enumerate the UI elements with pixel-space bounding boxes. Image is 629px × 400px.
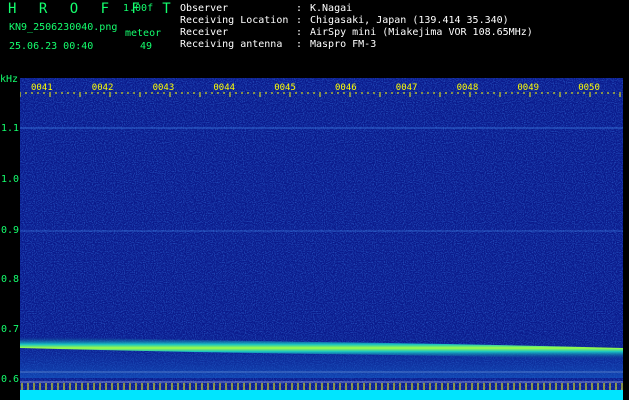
date-time: 25.06.23 00:40: [9, 41, 94, 52]
meteor-count: 49: [140, 41, 153, 52]
x-tick-label: 0042: [92, 83, 114, 93]
info-key: Receiver: [180, 27, 229, 38]
file-name: KN9_2506230040.png: [9, 22, 118, 33]
x-tick-label: 0041: [31, 83, 53, 93]
info-separator: :: [296, 39, 303, 50]
meteor-label: meteor: [125, 28, 162, 39]
info-row-observer: Observer: K.Nagai: [180, 3, 533, 15]
x-tick-label: 0047: [396, 83, 418, 93]
header-panel: H R O F F T 1.00f KN9_2506230040.png met…: [0, 0, 629, 76]
info-row-location: Receiving Location: Chigasaki, Japan (139…: [180, 15, 533, 27]
info-value: K.Nagai: [310, 3, 353, 14]
info-row-antenna: Receiving antenna: Maspro FM-3: [180, 39, 533, 51]
spectrogram-canvas: 0041 0042 0043 0044 0045 0046 0047 0048 0049 0050: [20, 78, 623, 400]
y-label-0-6: 0.6: [1, 374, 20, 385]
app-version: 1.00f: [123, 3, 154, 14]
x-tick-label: 0049: [517, 83, 539, 93]
x-tick-label: 0046: [335, 83, 357, 93]
info-row-receiver: Receiver: AirSpy mini (Miakejima VOR 108.…: [180, 27, 533, 39]
y-label-0-9: 0.9: [1, 225, 20, 236]
baseline-band: [20, 390, 623, 400]
y-label-0-7: 0.7: [1, 324, 20, 335]
x-tick-label: 0045: [274, 83, 296, 93]
y-axis-unit: kHz: [0, 74, 19, 85]
info-separator: :: [296, 15, 303, 26]
info-value: AirSpy mini (Miakejima VOR 108.65MHz): [310, 27, 533, 38]
info-key: Observer: [180, 3, 229, 14]
x-tick-label: 0044: [213, 83, 235, 93]
info-key: Receiving antenna: [180, 39, 283, 50]
station-info: Observer: K.Nagai Receiving Location: Chig…: [180, 3, 533, 51]
y-label-0-8: 0.8: [1, 274, 20, 285]
info-value: Chigasaki, Japan (139.414 35.340): [310, 15, 509, 26]
bottom-ticks: [21, 383, 623, 390]
x-tick-label: 0043: [153, 83, 175, 93]
info-separator: :: [296, 27, 303, 38]
y-label-1-1: 1.1: [1, 123, 20, 134]
spectrogram: 0041 0042 0043 0044 0045 0046 0047 0048 0049 0050: [20, 78, 623, 400]
y-label-1-0: 1.0: [1, 174, 20, 185]
x-tick-label: 0048: [457, 83, 479, 93]
x-tick-label: 0050: [578, 83, 600, 93]
info-value: Maspro FM-3: [310, 39, 377, 50]
info-separator: :: [296, 3, 303, 14]
info-key: Receiving Location: [180, 15, 289, 26]
